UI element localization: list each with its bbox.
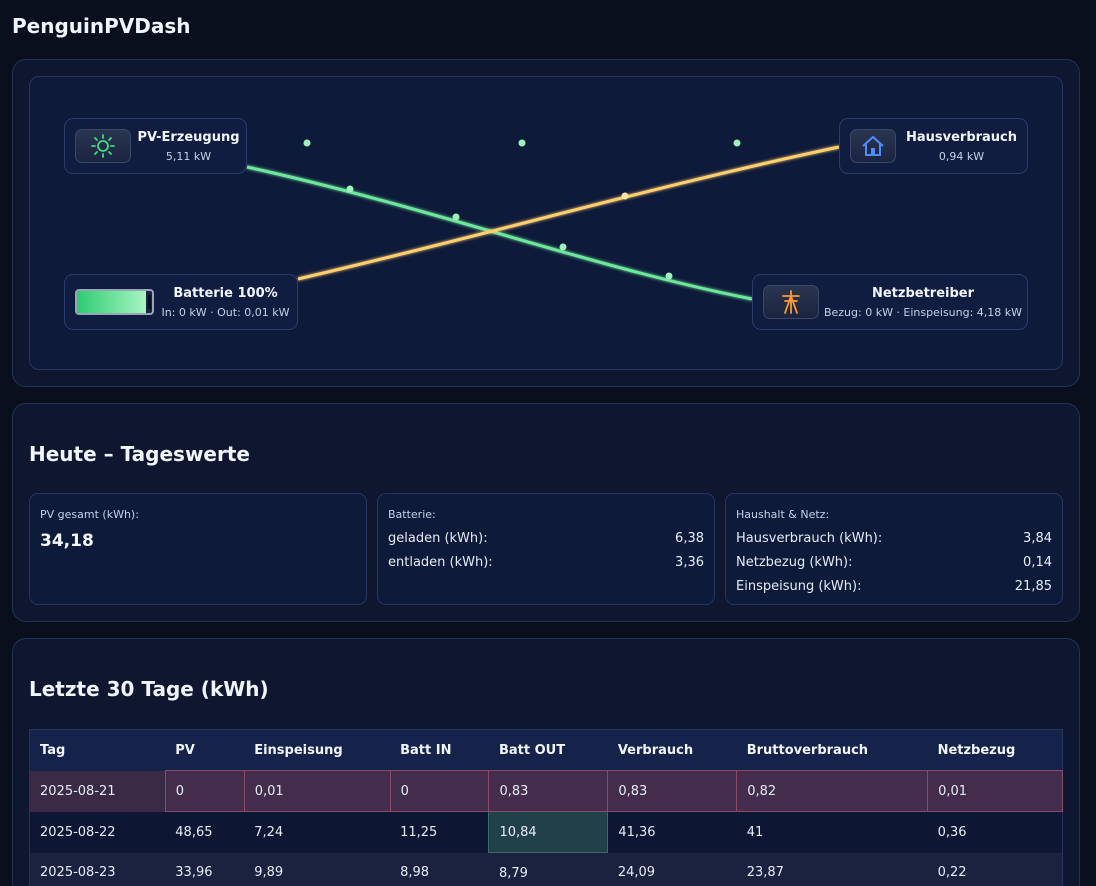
table-cell: 0 — [389, 770, 490, 812]
table-cell: 8,79 — [488, 852, 608, 886]
power-tower-icon — [763, 285, 819, 319]
table-cell: 2025-08-21 — [29, 770, 166, 812]
flow-dot — [733, 139, 741, 147]
household-row: Einspeisung (kWh): 21,85 — [736, 579, 1052, 603]
household-grid-label: Haushalt & Netz: — [736, 508, 830, 521]
table-cell: 11,25 — [390, 811, 489, 853]
flow-dot — [621, 192, 629, 200]
flow-dot — [452, 213, 460, 221]
table-cell: 0 — [164, 770, 245, 812]
table-cell: 41,36 — [607, 811, 737, 853]
flow-dot — [559, 243, 567, 251]
battery-node: Batterie 100% In: 0 kW · Out: 0,01 kW — [64, 274, 298, 330]
table-cell: 0,01 — [243, 770, 391, 812]
household-row-label: Netzbezug (kWh): — [736, 555, 853, 570]
battery-value: In: 0 kW · Out: 0,01 kW — [161, 305, 290, 319]
history-title: Letzte 30 Tage (kWh) — [29, 677, 269, 701]
table-cell: 33,96 — [165, 852, 245, 886]
table-cell: 10,84 — [488, 811, 609, 853]
pv-title: PV-Erzeugung — [137, 129, 240, 145]
battery-card: Batterie: geladen (kWh): 6,38 entladen (… — [377, 493, 715, 605]
household-row-value: 21,85 — [1014, 579, 1052, 594]
battery-row-label: entladen (kWh): — [388, 555, 493, 570]
flow-dot — [303, 139, 311, 147]
pv-value: 5,11 kW — [165, 149, 212, 163]
house-title: Hausverbrauch — [905, 129, 1018, 145]
table-cell: 7,24 — [244, 811, 391, 853]
battery-level-fill — [77, 291, 146, 313]
household-row-label: Einspeisung (kWh): — [736, 579, 862, 594]
battery-row-label: geladen (kWh): — [388, 531, 488, 546]
table-cell: 0,36 — [927, 811, 1063, 853]
column-header[interactable]: Batt OUT — [488, 729, 608, 771]
table-cell: 9,89 — [244, 852, 391, 886]
column-header[interactable]: Bruttoverbrauch — [736, 729, 928, 771]
pv-node: PV-Erzeugung 5,11 kW — [64, 118, 247, 174]
energy-flow-diagram: PV-Erzeugung 5,11 kW Hausverbrauch 0,94 … — [29, 76, 1063, 370]
household-row: Hausverbrauch (kWh): 3,84 — [736, 531, 1052, 555]
household-row: Netzbezug (kWh): 0,14 — [736, 555, 1052, 579]
history-panel: Letzte 30 Tage (kWh) Tag PV Einspeisung … — [12, 638, 1080, 886]
household-row-value: 3,84 — [1023, 531, 1052, 546]
table-cell: 23,87 — [736, 852, 928, 886]
column-header[interactable]: Verbrauch — [607, 729, 737, 771]
table-cell: 24,09 — [607, 852, 737, 886]
table-cell: 2025-08-23 — [29, 852, 166, 886]
house-value: 0,94 kW — [938, 149, 985, 163]
table-row: 2025-08-22 48,65 7,24 11,25 10,84 41,36 … — [29, 811, 1063, 853]
table-row: 2025-08-23 33,96 9,89 8,98 8,79 24,09 23… — [29, 852, 1063, 886]
history-table: Tag PV Einspeisung Batt IN Batt OUT Verb… — [29, 729, 1063, 886]
pv-total-card: PV gesamt (kWh): 34,18 — [29, 493, 367, 605]
table-cell: 0,01 — [927, 770, 1063, 812]
flow-battery-to-house — [297, 145, 840, 281]
pv-total-label: PV gesamt (kWh): — [40, 508, 139, 521]
table-cell: 0,22 — [927, 852, 1063, 886]
column-header[interactable]: Netzbezug — [927, 729, 1063, 771]
app-title: PenguinPVDash — [12, 14, 191, 38]
energy-flow-panel: PV-Erzeugung 5,11 kW Hausverbrauch 0,94 … — [12, 59, 1080, 387]
sun-icon — [75, 129, 131, 163]
household-row-value: 0,14 — [1023, 555, 1052, 570]
table-cell: 0,83 — [488, 770, 609, 812]
flow-dot — [665, 272, 673, 280]
table-cell: 48,65 — [165, 811, 245, 853]
column-header[interactable]: Batt IN — [390, 729, 489, 771]
table-cell: 0,83 — [607, 770, 738, 812]
column-header[interactable]: Tag — [29, 729, 166, 771]
battery-row: entladen (kWh): 3,36 — [388, 555, 704, 579]
house-node: Hausverbrauch 0,94 kW — [839, 118, 1028, 174]
flow-pv-to-grid — [246, 165, 753, 301]
battery-card-label: Batterie: — [388, 508, 436, 521]
column-header[interactable]: Einspeisung — [244, 729, 391, 771]
house-icon — [850, 129, 896, 163]
table-header-row: Tag PV Einspeisung Batt IN Batt OUT Verb… — [29, 729, 1063, 771]
today-title: Heute – Tageswerte — [29, 442, 250, 466]
today-panel: Heute – Tageswerte PV gesamt (kWh): 34,1… — [12, 403, 1080, 622]
battery-title: Batterie 100% — [173, 285, 278, 301]
battery-row-value: 3,36 — [675, 555, 704, 570]
pv-total-value: 34,18 — [40, 531, 94, 551]
column-header[interactable]: PV — [165, 729, 245, 771]
household-row-label: Hausverbrauch (kWh): — [736, 531, 883, 546]
household-grid-card: Haushalt & Netz: Hausverbrauch (kWh): 3,… — [725, 493, 1063, 605]
grid-value: Bezug: 0 kW · Einspeisung: 4,18 kW — [823, 305, 1023, 319]
table-cell: 2025-08-22 — [29, 811, 166, 853]
table-cell: 8,98 — [390, 852, 489, 886]
battery-icon — [75, 289, 154, 315]
flow-dot — [346, 185, 354, 193]
flow-dot — [518, 139, 526, 147]
battery-row-value: 6,38 — [675, 531, 704, 546]
table-cell: 0,82 — [736, 770, 929, 812]
grid-title: Netzbetreiber — [871, 285, 975, 301]
table-row: 2025-08-21 0 0,01 0 0,83 0,83 0,82 0,01 — [29, 770, 1063, 812]
battery-row: geladen (kWh): 6,38 — [388, 531, 704, 555]
table-cell: 41 — [736, 811, 928, 853]
grid-node: Netzbetreiber Bezug: 0 kW · Einspeisung:… — [752, 274, 1028, 330]
